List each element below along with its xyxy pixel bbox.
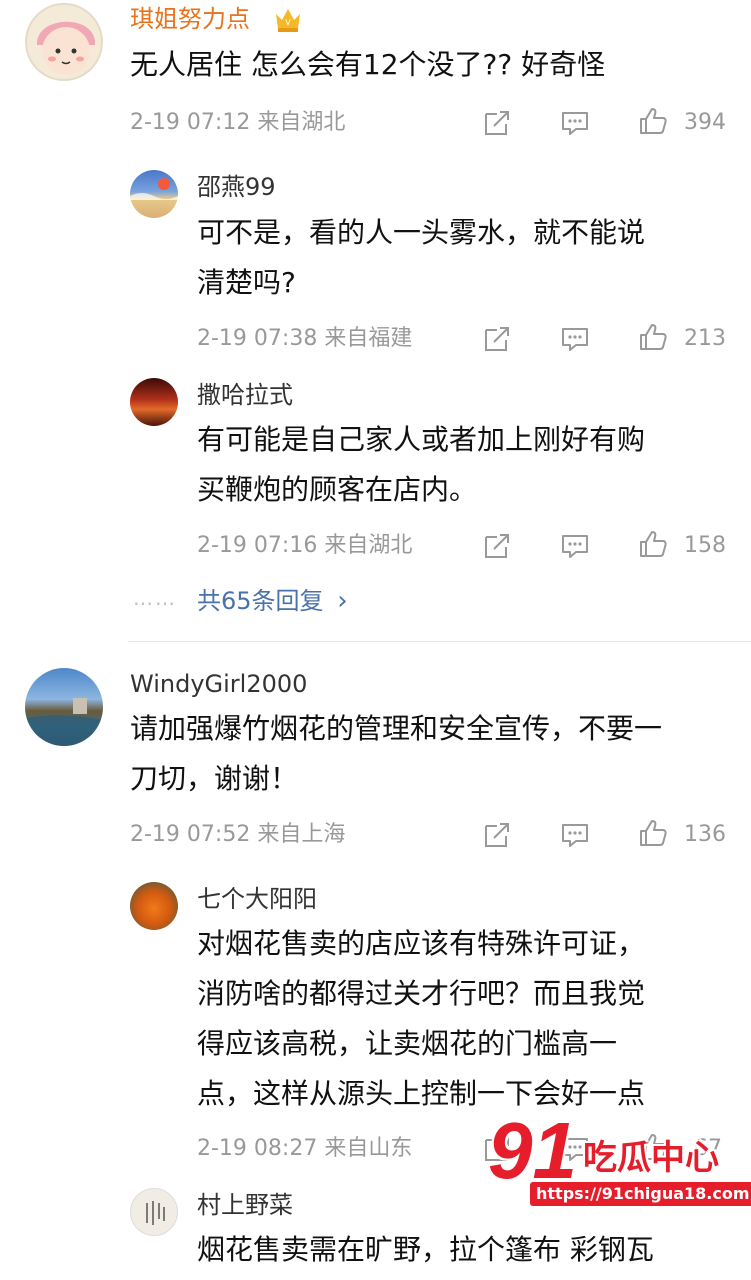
reply-text: 有可能是自己家人或者加上刚好有购 [197, 423, 646, 456]
like-count: 394 [684, 110, 726, 135]
reply-text: 对烟花售卖的店应该有特殊许可证， [197, 927, 646, 960]
comment-icon[interactable] [560, 531, 590, 561]
comment-icon[interactable] [560, 324, 590, 354]
share-icon[interactable] [482, 108, 512, 138]
username[interactable]: 琪姐努力点 [130, 4, 250, 34]
like-icon[interactable] [638, 529, 668, 559]
avatar[interactable] [130, 1188, 178, 1236]
username[interactable]: 撒哈拉式 [197, 380, 293, 410]
reply-meta: 2-19 07:38 来自福建 [197, 326, 413, 351]
like-icon[interactable] [638, 818, 668, 848]
comment-divider [128, 641, 751, 642]
avatar[interactable] [130, 378, 178, 426]
username[interactable]: 村上野菜 [197, 1190, 293, 1220]
like-count: 136 [684, 822, 726, 847]
like-icon[interactable] [638, 106, 668, 136]
more-replies-dots: …… [133, 586, 177, 610]
reply-meta: 2-19 07:16 来自湖北 [197, 533, 413, 558]
comment-meta: 2-19 07:52 来自上海 [130, 822, 346, 847]
like-count: 213 [684, 326, 726, 351]
comment-text: 请加强爆竹烟花的管理和安全宣传，不要一 [130, 712, 663, 745]
share-icon[interactable] [482, 324, 512, 354]
watermark: 91 吃瓜中心 https://91chigua18.com [488, 1108, 751, 1208]
avatar[interactable] [25, 3, 103, 81]
comment-meta: 2-19 07:12 来自湖北 [130, 110, 346, 135]
share-icon[interactable] [482, 531, 512, 561]
svg-text:V: V [285, 18, 291, 27]
reply-text: 得应该高税，让卖烟花的门槛高一 [197, 1027, 618, 1060]
username[interactable]: 邵燕99 [197, 172, 276, 202]
username[interactable]: 七个大阳阳 [197, 884, 317, 914]
watermark-brand: 吃瓜中心 [583, 1138, 719, 1178]
comment-text: 无人居住 怎么会有12个没了?? 好奇怪 [130, 48, 606, 81]
reply-text: 清楚吗? [197, 266, 296, 299]
more-replies-link[interactable]: 共65条回复 › [197, 586, 348, 616]
username[interactable]: WindyGirl2000 [130, 669, 307, 699]
watermark-url: https://91chigua18.com [530, 1182, 751, 1206]
reply-text: 消防啥的都得过关才行吧？而且我觉 [197, 977, 646, 1010]
like-icon[interactable] [638, 322, 668, 352]
comment-text: 刀切，谢谢！ [130, 762, 299, 795]
reply-meta: 2-19 08:27 来自山东 [197, 1136, 413, 1161]
comment-icon[interactable] [560, 820, 590, 850]
reply-text: 买鞭炮的顾客在店内。 [197, 473, 478, 506]
avatar[interactable] [25, 668, 103, 746]
reply-text: 可不是，看的人一头雾水，就不能说 [197, 216, 646, 249]
comment-icon[interactable] [560, 108, 590, 138]
avatar[interactable] [130, 170, 178, 218]
like-count: 158 [684, 533, 726, 558]
avatar[interactable] [130, 882, 178, 930]
reply-text: 烟花售卖需在旷野，拉个篷布 彩钢瓦 [197, 1233, 654, 1266]
share-icon[interactable] [482, 820, 512, 850]
more-replies-label: 共65条回复 [197, 587, 324, 615]
crown-icon: V [276, 9, 300, 32]
chevron-right-icon: › [337, 586, 348, 616]
